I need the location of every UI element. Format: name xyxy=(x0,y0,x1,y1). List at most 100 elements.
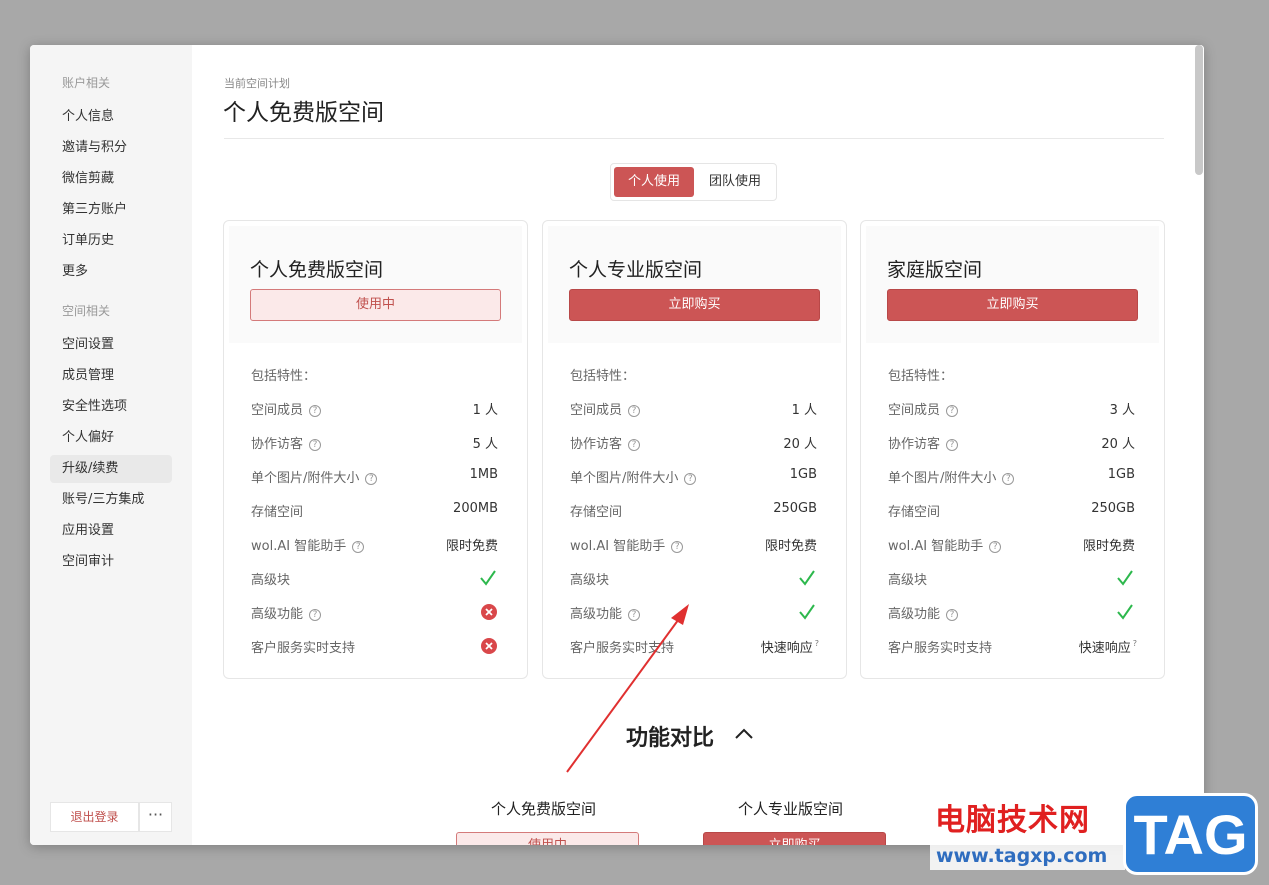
help-icon[interactable]: ? xyxy=(628,609,641,621)
sidebar-item[interactable]: 更多 xyxy=(50,258,172,286)
feature-name-text: 高级块 xyxy=(570,573,610,588)
feature-name-text: 存储空间 xyxy=(888,505,941,520)
help-icon[interactable]: ? xyxy=(671,541,684,553)
plan-card: 个人免费版空间 使用中 包括特性： 空间成员? 1 人协作访客? 5 人单个图片/附件大小… xyxy=(223,220,528,679)
sidebar-item[interactable]: 空间审计 xyxy=(50,548,172,576)
tab-team[interactable]: 团队使用 xyxy=(696,167,774,197)
feature-value-text: 限时免费 xyxy=(1082,539,1135,554)
check-icon xyxy=(799,604,815,620)
feature-value-text: 1GB xyxy=(789,467,817,482)
feature-name: 存储空间 xyxy=(251,501,303,520)
help-icon[interactable]: ? xyxy=(365,473,378,485)
compare-col-title-free: 个人免费版空间 xyxy=(491,800,597,818)
help-icon[interactable]: ? xyxy=(309,609,322,621)
feature-name: 高级块 xyxy=(251,569,290,588)
feature-name-text: 客户服务实时支持 xyxy=(251,641,356,656)
help-icon[interactable]: ? xyxy=(352,541,365,553)
feature-name: 空间成员? xyxy=(888,399,959,418)
help-icon[interactable]: ? xyxy=(684,473,697,485)
help-icon[interactable]: ? xyxy=(989,541,1002,553)
feature-value: 快速响应? xyxy=(1079,637,1137,656)
help-icon[interactable]: ? xyxy=(946,609,959,621)
plan-card-header: 个人免费版空间使用中 xyxy=(229,226,522,343)
logout-button[interactable]: 退出登录 xyxy=(50,802,139,832)
buy-now-button[interactable]: 立即购买 xyxy=(887,289,1138,321)
help-icon[interactable]: ? xyxy=(815,639,819,648)
feature-value: 快速响应? xyxy=(761,637,819,656)
plan-title: 个人免费版空间 xyxy=(250,259,384,281)
sidebar-item[interactable]: 应用设置 xyxy=(50,517,172,545)
feature-name: 空间成员? xyxy=(570,399,641,418)
help-icon[interactable]: ? xyxy=(1002,473,1015,485)
sidebar-section-space: 空间相关 xyxy=(62,304,111,318)
sidebar-item[interactable]: 个人信息 xyxy=(50,103,172,131)
feature-row: 高级块 xyxy=(570,569,817,589)
settings-modal: 账户相关 空间相关 退出登录 ··· 个人信息 邀请与积分 微信剪藏 第三方账户 订单历… xyxy=(30,45,1204,845)
buy-now-button[interactable]: 立即购买 xyxy=(569,289,820,321)
feature-name: 存储空间 xyxy=(888,501,940,520)
help-icon[interactable]: ? xyxy=(628,405,641,417)
feature-row: 存储空间 250GB xyxy=(570,501,817,521)
watermark-logo: TAG xyxy=(1123,793,1258,875)
feature-row: 客户服务实时支持 快速响应? xyxy=(888,637,1137,657)
plan-card-header: 家庭版空间 立即购买 xyxy=(866,226,1159,343)
feature-row: wol.AI 智能助手? 限时免费 xyxy=(888,535,1135,555)
chevron-up-icon[interactable] xyxy=(733,725,755,743)
feature-row: 高级功能? xyxy=(251,603,498,623)
help-icon[interactable]: ? xyxy=(1133,639,1137,648)
feature-value-text: 20 人 xyxy=(1101,437,1135,452)
feature-name: 存储空间 xyxy=(570,501,622,520)
help-icon[interactable]: ? xyxy=(309,439,322,451)
feature-value: 1MB xyxy=(470,467,498,482)
sidebar-item[interactable]: 升级/续费 xyxy=(50,455,172,483)
sidebar-item[interactable]: 微信剪藏 xyxy=(50,165,172,193)
check-icon xyxy=(799,570,815,586)
feature-value-text: 200MB xyxy=(453,501,498,516)
in-use-button[interactable]: 使用中 xyxy=(250,289,501,321)
feature-value-text: 限时免费 xyxy=(445,539,498,554)
plan-title: 家庭版空间 xyxy=(887,259,983,281)
feature-row: wol.AI 智能助手? 限时免费 xyxy=(251,535,498,555)
sidebar-item[interactable]: 空间设置 xyxy=(50,331,172,359)
feature-value-text: 1GB xyxy=(1107,467,1135,482)
feature-row: 单个图片/附件大小? 1MB xyxy=(251,467,498,487)
feature-value: 限时免费 xyxy=(446,535,498,554)
feature-name-text: 空间成员 xyxy=(888,403,941,418)
feature-value-text: 1 人 xyxy=(472,403,498,418)
cross-icon xyxy=(481,638,497,654)
feature-name-text: 高级块 xyxy=(888,573,928,588)
sidebar-item[interactable]: 邀请与积分 xyxy=(50,134,172,162)
feature-row: 空间成员? 1 人 xyxy=(251,399,498,419)
scrollbar[interactable] xyxy=(1192,45,1204,845)
breadcrumb: 当前空间计划 xyxy=(224,77,290,90)
sidebar-item[interactable]: 第三方账户 xyxy=(50,196,172,224)
feature-value: 3 人 xyxy=(1110,399,1135,418)
feature-value: 限时免费 xyxy=(1083,535,1135,554)
compare-buy-button[interactable]: 立即购买 xyxy=(703,832,886,845)
sidebar: 账户相关 空间相关 退出登录 ··· 个人信息 邀请与积分 微信剪藏 第三方账户 订单历… xyxy=(30,45,192,845)
plan-card-header: 个人专业版空间 立即购买 xyxy=(548,226,841,343)
tab-personal[interactable]: 个人使用 xyxy=(614,167,694,197)
feature-name: 协作访客? xyxy=(888,433,959,452)
sidebar-item[interactable]: 个人偏好 xyxy=(50,424,172,452)
more-options-button[interactable]: ··· xyxy=(139,802,172,832)
help-icon[interactable]: ? xyxy=(946,405,959,417)
sidebar-item[interactable]: 成员管理 xyxy=(50,362,172,390)
feature-name: 单个图片/附件大小? xyxy=(888,467,1015,486)
sidebar-item[interactable]: 订单历史 xyxy=(50,227,172,255)
help-icon[interactable]: ? xyxy=(309,405,322,417)
sidebar-item[interactable]: 账号/三方集成 xyxy=(50,486,172,514)
check-icon xyxy=(1117,570,1133,586)
sidebar-item[interactable]: 安全性选项 xyxy=(50,393,172,421)
help-icon[interactable]: ? xyxy=(946,439,959,451)
feature-name: 协作访客? xyxy=(570,433,641,452)
feature-value-text: 20 人 xyxy=(783,437,817,452)
divider xyxy=(224,138,1164,139)
scrollbar-thumb[interactable] xyxy=(1195,45,1203,175)
feature-name: wol.AI 智能助手? xyxy=(570,535,684,554)
help-icon[interactable]: ? xyxy=(628,439,641,451)
feature-value: 20 人 xyxy=(1101,433,1135,452)
compare-inuse-button[interactable]: 使用中 xyxy=(456,832,639,845)
check-icon xyxy=(480,570,496,586)
feature-value: 1GB xyxy=(1108,467,1135,482)
